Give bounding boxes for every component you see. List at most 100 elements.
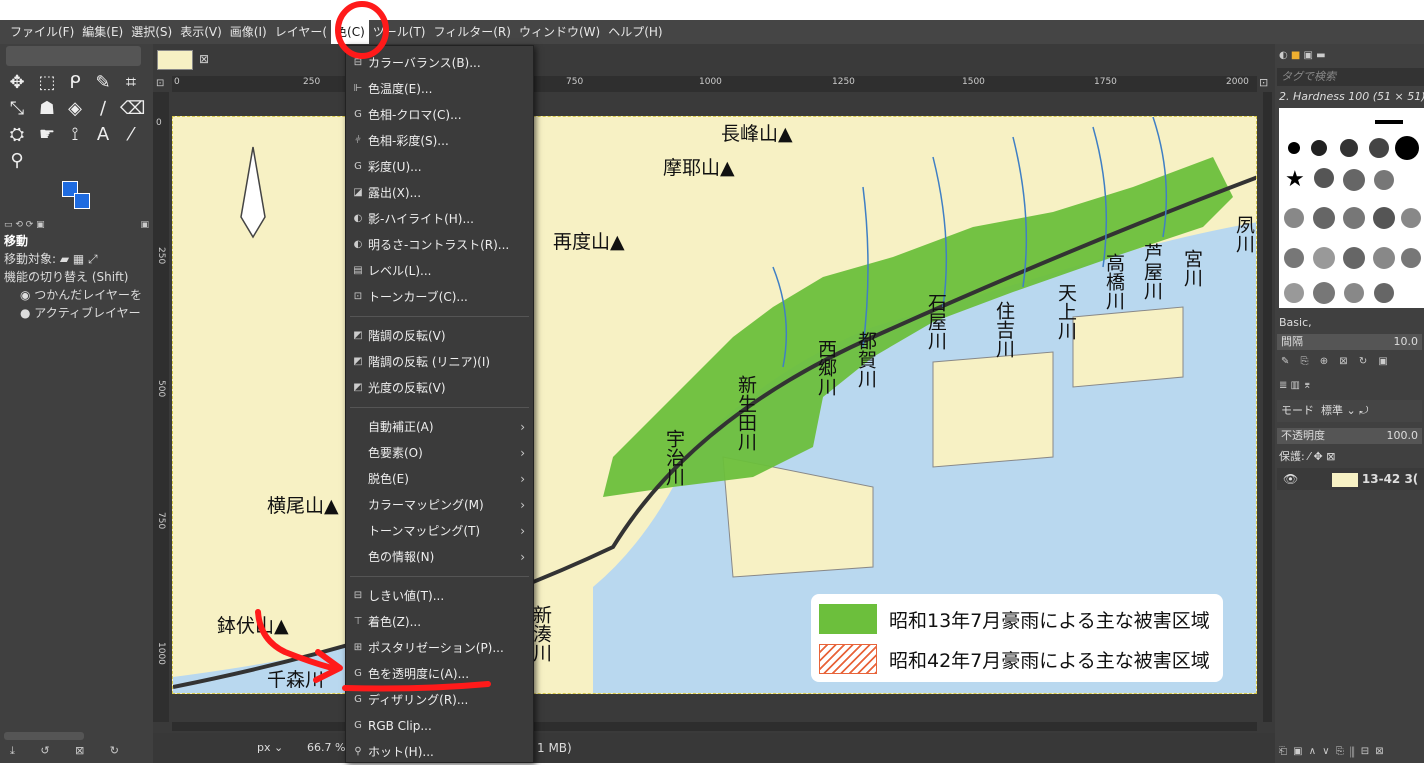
label-maya: 摩耶山▲ <box>663 157 735 179</box>
port-island-2 <box>932 351 1054 468</box>
menu-saturation[interactable]: G 彩度(U)... <box>346 154 533 180</box>
brush-preset-select[interactable]: Basic, <box>1279 316 1424 332</box>
warp-icon[interactable]: ☗ <box>36 98 58 120</box>
map-image[interactable]: 長峰山▲ 摩耶山▲ 再度山▲ 横尾山▲ 鉢伏山▲ 千森川 夙川 芦屋川 宮川 高… <box>172 116 1257 694</box>
toolbox: ✥ ⬚ ᑭ ✎ ⌗ ⤡ ☗ ◈ ∕ ⌫ ⛭ ☛ ⟟ A ⁄ ⚲ ▭ ⟲ ⟳ ▣ … <box>0 44 153 763</box>
menu-select[interactable]: 選択(S) <box>127 20 176 44</box>
menu-hot[interactable]: ⚲ ホット(H)... <box>346 739 533 765</box>
color-picker-icon[interactable]: ⁄ <box>120 124 142 146</box>
fuzzy-select-icon[interactable]: ✎ <box>92 72 114 94</box>
memory-info: 1 MB) <box>537 741 572 755</box>
clone-icon[interactable]: ⛭ <box>6 124 28 146</box>
menu-separator <box>350 576 529 577</box>
menu-help[interactable]: ヘルプ(H) <box>604 20 666 44</box>
transform-icon[interactable]: ⤡ <box>6 98 28 120</box>
menu-rgb-clip[interactable]: G RGB Clip... <box>346 713 533 739</box>
menu-color-balance[interactable]: ⊟ カラーバランス(B)... <box>346 50 533 76</box>
rect-select-icon[interactable]: ⬚ <box>36 72 58 94</box>
title-strip <box>0 0 1424 20</box>
layers-dock-tabs[interactable]: ≣ ▥ ⌆ <box>1279 380 1312 391</box>
vertical-ruler: 0 250 500 750 1000 <box>153 92 169 722</box>
opacity-slider[interactable]: 不透明度 100.0 <box>1277 428 1422 444</box>
v-scrollbar[interactable] <box>1263 92 1272 722</box>
menu-view[interactable]: 表示(V) <box>176 20 226 44</box>
menu-threshold[interactable]: ⊟ しきい値(T)... <box>346 583 533 609</box>
menu-auto[interactable]: 自動補正(A) › <box>346 414 533 440</box>
lasso-icon[interactable]: ᑭ <box>64 72 86 94</box>
submenu-arrow-icon: › <box>520 524 525 538</box>
menu-dither[interactable]: G ディザリング(R)... <box>346 687 533 713</box>
brush-grid[interactable]: ★ <box>1279 108 1424 308</box>
menu-hue-chroma[interactable]: G 色相-クロマ(C)... <box>346 102 533 128</box>
colors-menu: ⊟ カラーバランス(B)... ⊩ 色温度(E)... G 色相-クロマ(C)... … <box>345 45 534 763</box>
eraser-icon[interactable]: ⌫ <box>120 98 145 120</box>
label-sumiyoshi: 住吉川 <box>993 301 1015 358</box>
crop-icon[interactable]: ⌗ <box>120 72 142 94</box>
zoom-icon[interactable]: ⚲ <box>6 150 28 172</box>
lock-row[interactable]: 保護: ⁄ ✥ ⊠ <box>1279 448 1335 464</box>
gegl-icon: G <box>354 720 362 731</box>
visibility-eye-icon[interactable]: 👁 <box>1283 472 1298 486</box>
brush-actions-icons[interactable]: ✎ ⎘ ⊕ ⊠ ↻ ▣ <box>1281 356 1388 367</box>
colorize-icon: ⊤ <box>353 616 363 627</box>
menu-edit[interactable]: 編集(E) <box>78 20 127 44</box>
menu-colors[interactable]: 色(C) <box>331 20 369 44</box>
menu-hue-saturation[interactable]: ⫩ 色相-彩度(S)... <box>346 128 533 154</box>
menu-linear-invert[interactable]: ◩ 階調の反転 (リニア)(I) <box>346 349 533 375</box>
tag-search-input[interactable]: タグで検索 <box>1277 68 1424 86</box>
label-miyagawa: 宮川 <box>1181 249 1203 287</box>
menu-shadows-highlights[interactable]: ◐ 影-ハイライト(H)... <box>346 206 533 232</box>
layer-row[interactable]: 👁 13-42 3( <box>1277 468 1424 490</box>
balance-icon: ⊟ <box>353 57 363 68</box>
mode-select[interactable]: モード 標準 ⌄ ⤾ <box>1277 400 1422 422</box>
menu-color-temperature[interactable]: ⊩ 色温度(E)... <box>346 76 533 102</box>
temperature-icon: ⊩ <box>353 83 363 94</box>
paths-icon[interactable]: ⟟ <box>64 124 86 146</box>
layer-thumbnail <box>1332 472 1359 487</box>
menu-image[interactable]: 画像(I) <box>226 20 271 44</box>
text-tool-icon[interactable]: A <box>92 124 114 146</box>
layers-footer-icons[interactable]: ⎗ ▣ ∧ ∨ ⎘ ⫼ ⊟ ⊠ <box>1279 746 1384 757</box>
menu-value-invert[interactable]: ◩ 光度の反転(V) <box>346 375 533 401</box>
ruler-corner-icon[interactable]: ⊡ <box>156 78 164 89</box>
menu-brightness-contrast[interactable]: ◐ 明るさ-コントラスト(R)... <box>346 232 533 258</box>
brush-previews: ★ <box>1284 120 1421 304</box>
menu-posterize[interactable]: ⊞ ポスタリゼーション(P)... <box>346 635 533 661</box>
menu-map[interactable]: カラーマッピング(M) › <box>346 492 533 518</box>
menu-tools[interactable]: ツール(T) <box>369 20 430 44</box>
menu-components[interactable]: 色要素(O) › <box>346 440 533 466</box>
gegl-icon: G <box>354 109 362 120</box>
menu-levels[interactable]: ▤ レベル(L)... <box>346 258 533 284</box>
menu-colorize[interactable]: ⊤ 着色(Z)... <box>346 609 533 635</box>
spacing-slider[interactable]: 間隔 10.0 <box>1277 334 1422 350</box>
image-thumbnail-tab[interactable] <box>157 50 193 70</box>
menu-info[interactable]: 色の情報(N) › <box>346 544 533 570</box>
move-tool-icon[interactable]: ✥ <box>6 72 28 94</box>
menu-filters[interactable]: フィルター(R) <box>429 20 514 44</box>
menu-invert[interactable]: ◩ 階調の反転(V) <box>346 323 533 349</box>
menu-desaturate[interactable]: 脱色(E) › <box>346 466 533 492</box>
bg-color-swatch[interactable] <box>74 193 90 209</box>
menu-windows[interactable]: ウィンドウ(W) <box>515 20 604 44</box>
bucket-icon[interactable]: ◈ <box>64 98 86 120</box>
menu-exposure[interactable]: ◪ 露出(X)... <box>346 180 533 206</box>
menu-curves[interactable]: ⊡ トーンカーブ(C)... <box>346 284 533 310</box>
radio-pick-layer[interactable]: ◉ つかんだレイヤーを <box>0 286 153 304</box>
menu-tone-mapping[interactable]: トーンマッピング(T) › <box>346 518 533 544</box>
toolbox-footer-icons[interactable]: ⤓ ↺ ⊠ ↻ <box>10 744 150 758</box>
paintbrush-icon[interactable]: ∕ <box>92 98 114 120</box>
toolbox-scrollbar[interactable] <box>4 732 84 740</box>
submenu-arrow-icon: › <box>520 420 525 434</box>
h-scrollbar[interactable] <box>172 722 1257 731</box>
unit-select[interactable]: px ⌄ <box>257 739 303 757</box>
smudge-icon[interactable]: ☛ <box>36 124 58 146</box>
menu-layer[interactable]: レイヤー( <box>271 20 331 44</box>
submenu-arrow-icon: › <box>520 472 525 486</box>
navigate-icon[interactable]: ⊡ <box>1259 76 1268 89</box>
menu-color-to-alpha[interactable]: G 色を透明度に(A)... <box>346 661 533 687</box>
zoom-select[interactable]: 66.7 % <box>307 739 347 757</box>
radio-active-layer[interactable]: ● アクティブレイヤー <box>0 304 153 322</box>
close-tab-icon[interactable]: ⊠ <box>199 52 209 66</box>
brush-dock-tabs[interactable]: ◐ ■ ▣ ▬ <box>1279 50 1326 61</box>
menu-file[interactable]: ファイル(F) <box>6 20 78 44</box>
